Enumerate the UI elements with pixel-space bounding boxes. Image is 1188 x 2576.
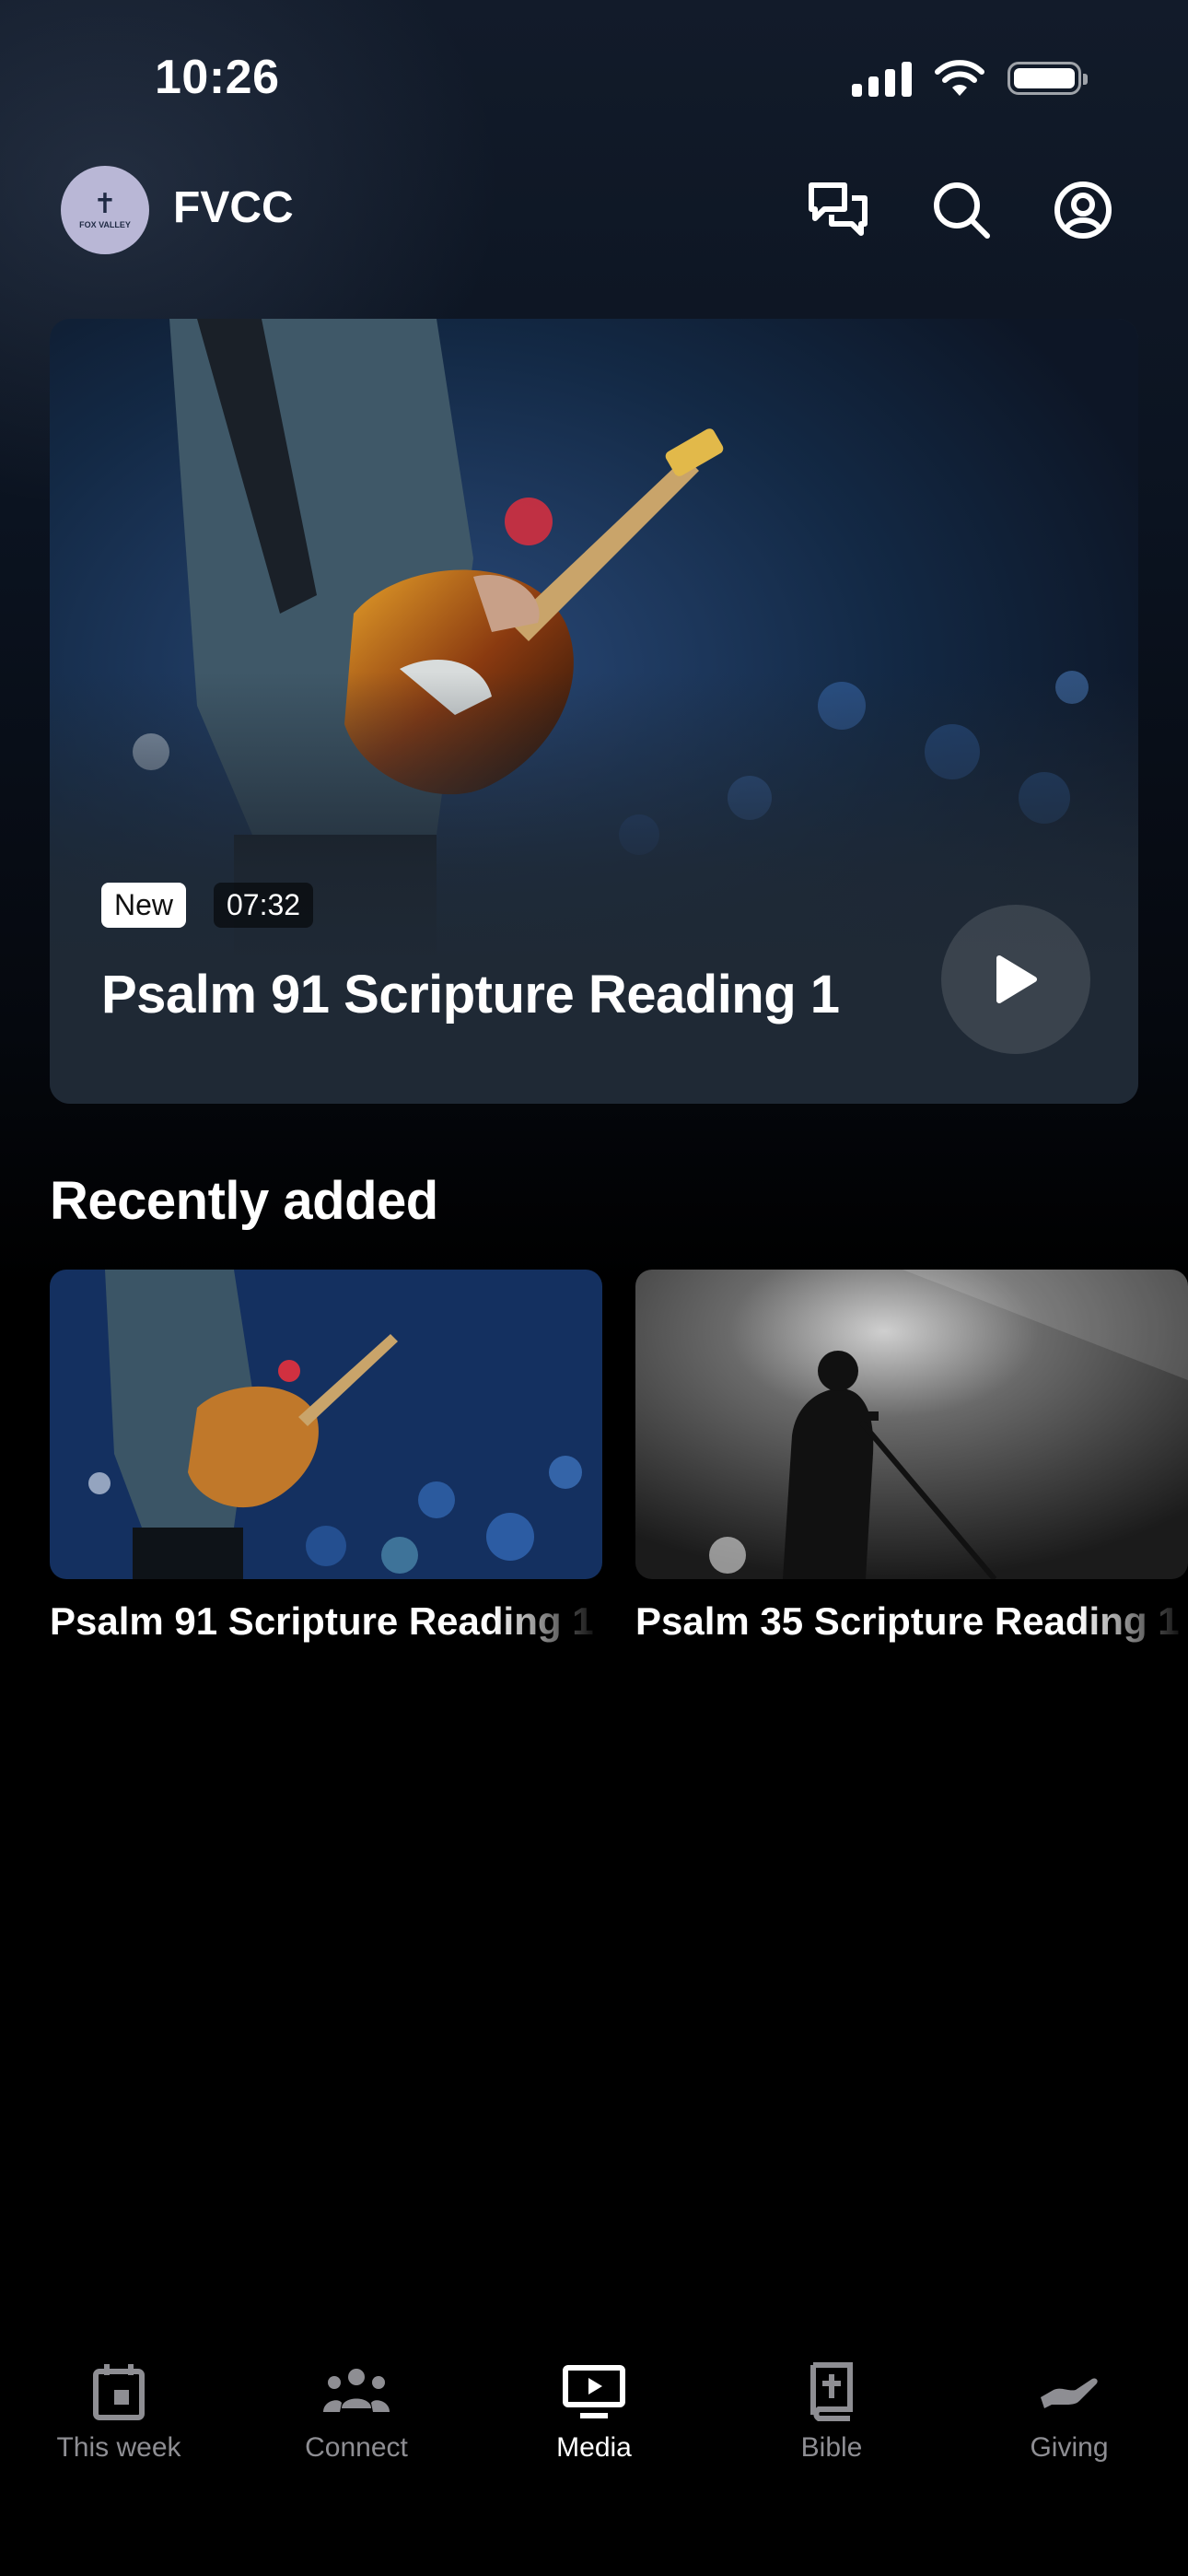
new-badge: New [101,883,187,928]
media-tile-title: Psalm 35 Scripture Reading 1 [635,1599,1180,1643]
calendar-icon [93,2364,145,2420]
battery-icon [1007,62,1088,95]
status-icons [852,59,1088,98]
tab-media[interactable]: Media [475,2359,713,2469]
tab-bible[interactable]: Bible [713,2359,950,2469]
people-icon [323,2369,390,2412]
chat-button[interactable] [805,177,871,243]
cellular-signal-icon [852,60,912,97]
tab-this-week[interactable]: This week [0,2359,238,2469]
profile-icon [1054,181,1112,239]
duration-badge: 07:32 [214,883,314,928]
church-logo-avatar[interactable]: ✝ FOX VALLEY [61,166,149,254]
tab-giving[interactable]: Giving [950,2359,1188,2469]
featured-title: Psalm 91 Scripture Reading 1 [101,965,840,1025]
play-icon [996,955,1037,1003]
featured-media-card[interactable]: New 07:32 Psalm 91 Scripture Reading 1 [50,319,1138,1104]
media-thumbnail [635,1270,1188,1579]
bible-icon [810,2362,853,2421]
tab-label: Bible [800,2432,863,2463]
giving-hand-icon [1041,2378,1098,2408]
media-tile[interactable]: Psalm 35 Scripture Reading 1 [635,1270,1188,1644]
media-thumbnail [50,1270,602,1579]
play-button[interactable] [941,905,1090,1054]
search-button[interactable] [928,177,995,243]
tab-label: Giving [1030,2432,1109,2463]
tab-label: Connect [305,2432,408,2463]
tab-connect[interactable]: Connect [238,2359,475,2469]
avatar-text: FOX VALLEY [79,220,131,229]
section-title-recently-added: Recently added [50,1171,438,1231]
search-icon [934,182,990,239]
singer-thumbnail-image [635,1270,1188,1579]
wifi-icon [935,60,984,96]
profile-button[interactable] [1050,177,1116,243]
bottom-tab-bar: This week Connect Media Bible Giving [0,2359,1188,2469]
media-tile-title: Psalm 91 Scripture Reading 1 [50,1599,594,1643]
cross-icon: ✝ [93,189,117,219]
app-name[interactable]: FVCC [173,182,294,233]
tv-play-icon [563,2365,625,2418]
guitarist-thumbnail-image [50,1270,602,1579]
tab-label: This week [56,2432,181,2463]
chat-icon [809,182,868,236]
tab-label: Media [556,2432,632,2463]
media-tile[interactable]: Psalm 91 Scripture Reading 1 [50,1270,602,1644]
status-time: 10:26 [155,51,280,104]
